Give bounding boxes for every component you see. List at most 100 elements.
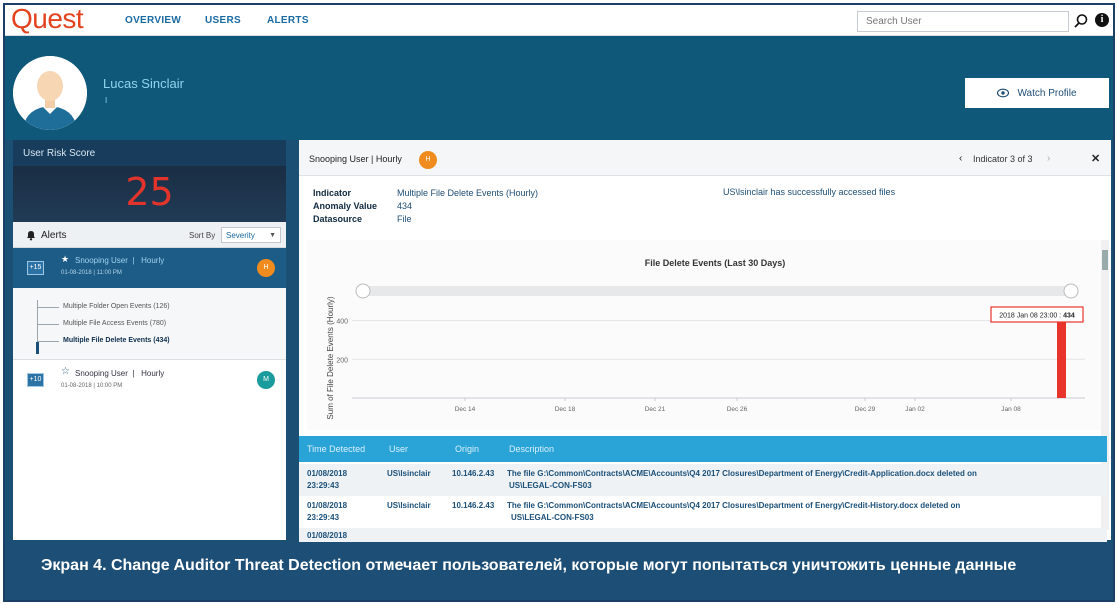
cell-time-date: 01/08/2018 (307, 531, 348, 540)
tree-branch (37, 307, 59, 308)
access-message: US\lsinclair has successfully accessed f… (723, 187, 896, 197)
severity-badge-medium: M (257, 371, 275, 389)
col-origin[interactable]: Origin (455, 444, 479, 454)
data-bar (1057, 314, 1066, 398)
chevron-right-icon[interactable]: › (1047, 153, 1050, 164)
chart-title: File Delete Events (Last 30 Days) (645, 258, 786, 268)
indicator-detail-panel: Snooping User | Hourly H ‹ Indicator 3 o… (299, 140, 1111, 560)
quest-logo[interactable]: Quest (11, 5, 84, 35)
info-icon[interactable]: i (1095, 13, 1109, 27)
alerts-label: Alerts (41, 230, 67, 241)
cell-origin: 10.146.2.43 (452, 501, 495, 510)
anomaly-value: 434 (397, 201, 413, 211)
x-tick-label: Jan 02 (905, 406, 925, 413)
user-name: Lucas Sinclair (103, 76, 184, 91)
tree-item-file-access[interactable]: Multiple File Access Events (780) (63, 320, 166, 327)
alert-item-selected[interactable]: +15 ★ Snooping User | Hourly 01-08-2018 … (13, 248, 286, 288)
avatar (13, 56, 87, 130)
indicator-pager-label: Indicator 3 of 3 (973, 154, 1033, 164)
top-nav-bar: Quest OVERVIEW USERS ALERTS i (5, 5, 1113, 36)
alert-indicator-tree: Multiple Folder Open Events (126) Multip… (13, 288, 286, 360)
chevron-down-icon: ▼ (269, 232, 276, 239)
cell-time-clock: 23:29:43 (307, 481, 340, 490)
severity-badge-high: H (419, 151, 437, 169)
alerts-toolbar: Alerts Sort By Severity ▼ (13, 222, 286, 248)
sort-select-value: Severity (226, 231, 255, 240)
tree-branch (37, 324, 59, 325)
x-tick-label: Dec 14 (455, 406, 476, 413)
y-tick-label: 400 (336, 319, 348, 326)
user-subtitle: I (105, 96, 108, 105)
tree-item-file-delete[interactable]: Multiple File Delete Events (434) (63, 337, 170, 344)
nav-users[interactable]: USERS (205, 15, 241, 26)
cell-origin: 10.146.2.43 (452, 469, 495, 478)
datasource-value: File (397, 214, 412, 224)
chart-area: File Delete Events (Last 30 Days) Sum of … (307, 240, 1109, 430)
events-table-header: Time Detected User Origin Description (299, 436, 1107, 462)
tooltip-label: 2018 Jan 08 23:00 : 434 (999, 313, 1075, 320)
indicator-value: Multiple File Delete Events (Hourly) (397, 188, 539, 198)
col-description[interactable]: Description (509, 444, 554, 454)
range-slider-handle-left[interactable] (355, 283, 371, 299)
watch-profile-button[interactable]: Watch Profile (965, 78, 1109, 108)
cell-description-server: US\LEGAL-CON-FS03 (511, 513, 594, 522)
scrollbar-thumb[interactable] (1102, 250, 1108, 270)
risk-score-title: User Risk Score (13, 140, 286, 166)
app-window: Quest OVERVIEW USERS ALERTS i Lucas Sinc… (3, 3, 1115, 602)
alert-title: Snooping User | Hourly (75, 369, 165, 378)
cell-time-date: 01/08/2018 (307, 469, 348, 478)
cell-description: The file G:\Common\Contracts\ACME\Accoun… (507, 501, 961, 510)
file-delete-chart: File Delete Events (Last 30 Days) Sum of … (326, 258, 1085, 420)
figure-caption: Экран 4. Change Auditor Threat Detection… (5, 542, 1113, 600)
x-tick-label: Dec 26 (727, 406, 748, 413)
detail-title: Snooping User | Hourly (309, 154, 402, 164)
user-avatar-icon (13, 56, 87, 130)
star-outline-icon[interactable]: ☆ (61, 366, 70, 377)
user-header: Lucas Sinclair I Watch Profile (5, 36, 1113, 140)
x-tick-label: Dec 21 (645, 406, 666, 413)
tree-branch (37, 341, 59, 342)
cell-time-clock: 23:29:43 (307, 513, 340, 522)
x-tick-label: Jan 08 (1001, 406, 1021, 413)
severity-badge-high: H (257, 259, 275, 277)
range-slider-handle-right[interactable] (1063, 283, 1079, 299)
watch-profile-label: Watch Profile (1017, 87, 1077, 99)
col-time-detected[interactable]: Time Detected (307, 444, 365, 454)
alert-count-badge: +10 (27, 373, 44, 387)
tree-item-folder-open[interactable]: Multiple Folder Open Events (126) (63, 303, 170, 310)
tree-active-indicator (36, 342, 39, 354)
search-icon[interactable] (1073, 13, 1089, 29)
chevron-left-icon[interactable]: ‹ (959, 153, 962, 164)
datasource-label: Datasource (313, 214, 363, 224)
table-row[interactable]: 01/08/2018 23:29:43 US\lsinclair 10.146.… (299, 496, 1107, 528)
eye-icon (997, 88, 1010, 98)
star-filled-icon[interactable]: ★ (61, 254, 69, 265)
y-axis-label: Sum of File Delete Events (Hourly) (326, 296, 335, 419)
alert-title: Snooping User | Hourly (75, 256, 165, 265)
bell-icon (27, 231, 35, 241)
alert-count-badge: +15 (27, 261, 44, 275)
indicator-label: Indicator (313, 188, 352, 198)
detail-header: Snooping User | Hourly H ‹ Indicator 3 o… (299, 140, 1111, 176)
x-tick-label: Dec 18 (555, 406, 576, 413)
table-row[interactable]: 01/08/2018 23:29:43 US\lsinclair 10.146.… (299, 464, 1107, 496)
anomaly-label: Anomaly Value (313, 201, 378, 211)
nav-overview[interactable]: OVERVIEW (125, 15, 181, 26)
cell-time-date: 01/08/2018 (307, 501, 348, 510)
risk-score-value: 25 (125, 170, 174, 214)
col-user[interactable]: User (389, 444, 408, 454)
range-slider-track (357, 286, 1077, 296)
left-panel: User Risk Score 25 Alerts Sort By Severi… (13, 140, 286, 540)
nav-alerts[interactable]: ALERTS (267, 15, 309, 26)
x-tick-label: Dec 29 (855, 406, 876, 413)
sort-by-label: Sort By (189, 231, 216, 240)
search-user-input[interactable] (857, 11, 1069, 32)
cell-description-server: US\LEGAL-CON-FS03 (509, 481, 592, 490)
cell-user: US\lsinclair (387, 501, 431, 510)
cell-description: The file G:\Common\Contracts\ACME\Accoun… (507, 469, 977, 478)
close-icon[interactable]: ✕ (1091, 152, 1100, 165)
alert-date: 01-08-2018 | 11:00 PM (61, 270, 122, 276)
alert-item[interactable]: +10 ☆ Snooping User | Hourly 01-08-2018 … (13, 360, 286, 400)
sort-select[interactable]: Severity ▼ (221, 227, 281, 243)
risk-score-panel: 25 (13, 166, 286, 222)
